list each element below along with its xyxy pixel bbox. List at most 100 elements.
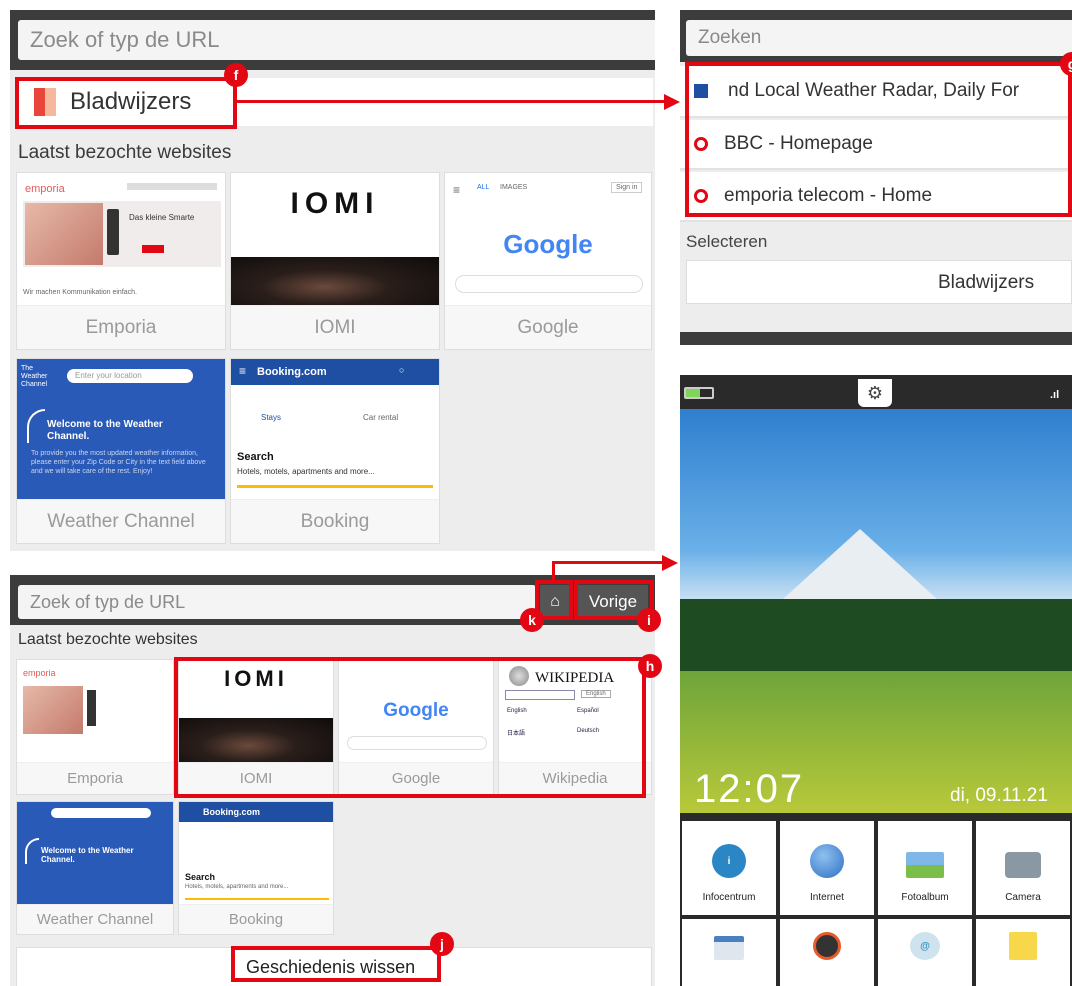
app-internet[interactable]: Internet [780,821,874,915]
emporia-logo: emporia [25,183,65,195]
booking-search-title: Search [185,872,216,882]
arrowhead-icon [664,94,680,110]
start-page-content: Bladwijzers Laatst bezochte websites emp… [10,70,655,551]
emporia-photo [23,686,83,734]
badge-h: h [638,654,662,678]
booking-stays: Stays [261,413,282,422]
badge-k: k [520,608,544,632]
thumb-caption: Google [445,305,651,349]
thumb-caption: IOMI [231,305,439,349]
settings-gear-icon[interactable]: ⚙ [858,379,892,407]
clock-time: 12:07 [694,767,805,811]
signal-icon: .ıl [1050,389,1060,401]
app-camera[interactable]: Camera [976,821,1070,915]
url-input[interactable]: Zoek of typ de URL [18,585,536,619]
app-label: Fotoalbum [901,892,949,903]
emporia-phone [87,690,96,726]
booking-logo: Booking.com [203,807,261,817]
weather-welcome: Welcome to the Weather Channel. [47,419,163,442]
google-tab-images: IMAGES [500,184,528,191]
arrowhead-icon [662,555,678,571]
arrow-k-to-home [552,561,662,564]
thumb-google[interactable]: ≡ ALL IMAGES Sign in Google Google [444,172,652,350]
thumb-preview: Welcome to the Weather Channel. [17,802,173,904]
app-label: Internet [810,892,844,903]
emporia-headline: Das kleine Smarte [129,213,195,222]
thumb-emporia[interactable]: emporia Emporia [16,659,174,795]
thumb-preview: ≡ Booking.com ○ Stays Car rental Search … [231,359,439,499]
badge-j: j [430,932,454,956]
thumb-preview: emporia Das kleine Smarte Wir machen Kom… [17,173,225,305]
thumb-preview: The Weather Channel Enter your location … [17,359,225,499]
thumb-iomi[interactable]: IOMI IOMI [230,172,440,350]
thumb-caption: Booking [179,904,333,934]
thumb-weather-channel[interactable]: Welcome to the Weather Channel. Weather … [16,801,174,935]
google-signin: Sign in [611,182,643,193]
weather-logo: The Weather Channel [21,365,61,393]
thumb-caption: Weather Channel [17,904,173,934]
highlight-bookmark-list [685,62,1072,217]
app-calendar[interactable] [682,919,776,986]
thumb-booking[interactable]: Booking.com Search Hotels, motels, apart… [178,801,334,935]
weather-logo-line: Channel [21,381,48,388]
emporia-nav [127,183,217,190]
calendar-icon [714,936,744,960]
photo-icon [906,852,944,878]
emporia-footer: Wir machen Kommunikation einfach. [23,289,137,296]
booking-logo: Booking.com [257,366,327,378]
highlight-clear-history [231,946,441,982]
battery-icon [684,387,714,399]
weather-location-input [51,808,151,818]
wallpaper [680,409,1072,813]
home-screen-panel: ⚙ .ıl 12:07 di, 09.11.21 i Infocentrum I… [680,375,1072,986]
weather-welcome: Welcome to the Weather Channel. [41,846,134,864]
weather-location-input: Enter your location [67,369,193,383]
booking-search-sub: Hotels, motels, apartments and more... [237,467,375,476]
app-notes[interactable] [976,919,1070,986]
google-search-box [455,275,643,293]
weather-logo-line: Weather [21,373,48,380]
badge-i: i [637,608,661,632]
recent-websites-label: Laatst bezochte websites [18,142,232,163]
emporia-phone [107,209,119,255]
weather-logo-line: The [21,365,34,372]
thumb-emporia[interactable]: emporia Das kleine Smarte Wir machen Kom… [16,172,226,350]
emporia-logo: emporia [23,668,56,678]
clock-date: di, 09.11.21 [950,785,1048,806]
arrow-k-to-home [552,561,555,581]
alarm-icon [813,932,841,960]
bookmarks-search-input[interactable]: Zoeken [686,20,1072,56]
camera-icon [1005,852,1041,878]
badge-f: f [224,63,248,87]
thumb-weather-channel[interactable]: The Weather Channel Enter your location … [16,358,226,544]
menu-icon: ≡ [239,364,247,378]
thumb-caption: Booking [231,499,439,543]
app-infocentrum[interactable]: i Infocentrum [682,821,776,915]
app-alarm[interactable] [780,919,874,986]
weather-arrow-icon [27,409,45,443]
forest [680,599,1072,679]
email-icon: @ [910,932,940,960]
highlight-history-thumbs [174,657,646,798]
app-label: Infocentrum [702,892,756,903]
weather-arrow-icon [25,838,39,864]
url-input[interactable]: Zoek of typ de URL [18,20,655,60]
booking-search-bar [237,485,433,488]
thumb-caption: Emporia [17,762,173,794]
bookmarks-button-label: Bladwijzers [938,272,1035,293]
iomi-logo: IOMI [290,187,380,220]
thumb-booking[interactable]: ≡ Booking.com ○ Stays Car rental Search … [230,358,440,544]
booking-car-rental: Car rental [363,413,399,422]
thumb-preview: ≡ ALL IMAGES Sign in Google [445,173,651,305]
globe-icon [810,844,844,878]
google-tab-all: ALL [477,184,490,191]
booking-search-sub: Hotels, motels, apartments and more... [185,884,289,890]
notes-icon [1009,932,1037,960]
thumb-caption: Emporia [17,305,225,349]
app-fotoalbum[interactable]: Fotoalbum [878,821,972,915]
app-label: Camera [1005,892,1041,903]
booking-search-bar [185,898,329,900]
info-icon: i [712,844,746,878]
app-email[interactable]: @ [878,919,972,986]
weather-body: To provide you the most updated weather … [31,450,206,475]
